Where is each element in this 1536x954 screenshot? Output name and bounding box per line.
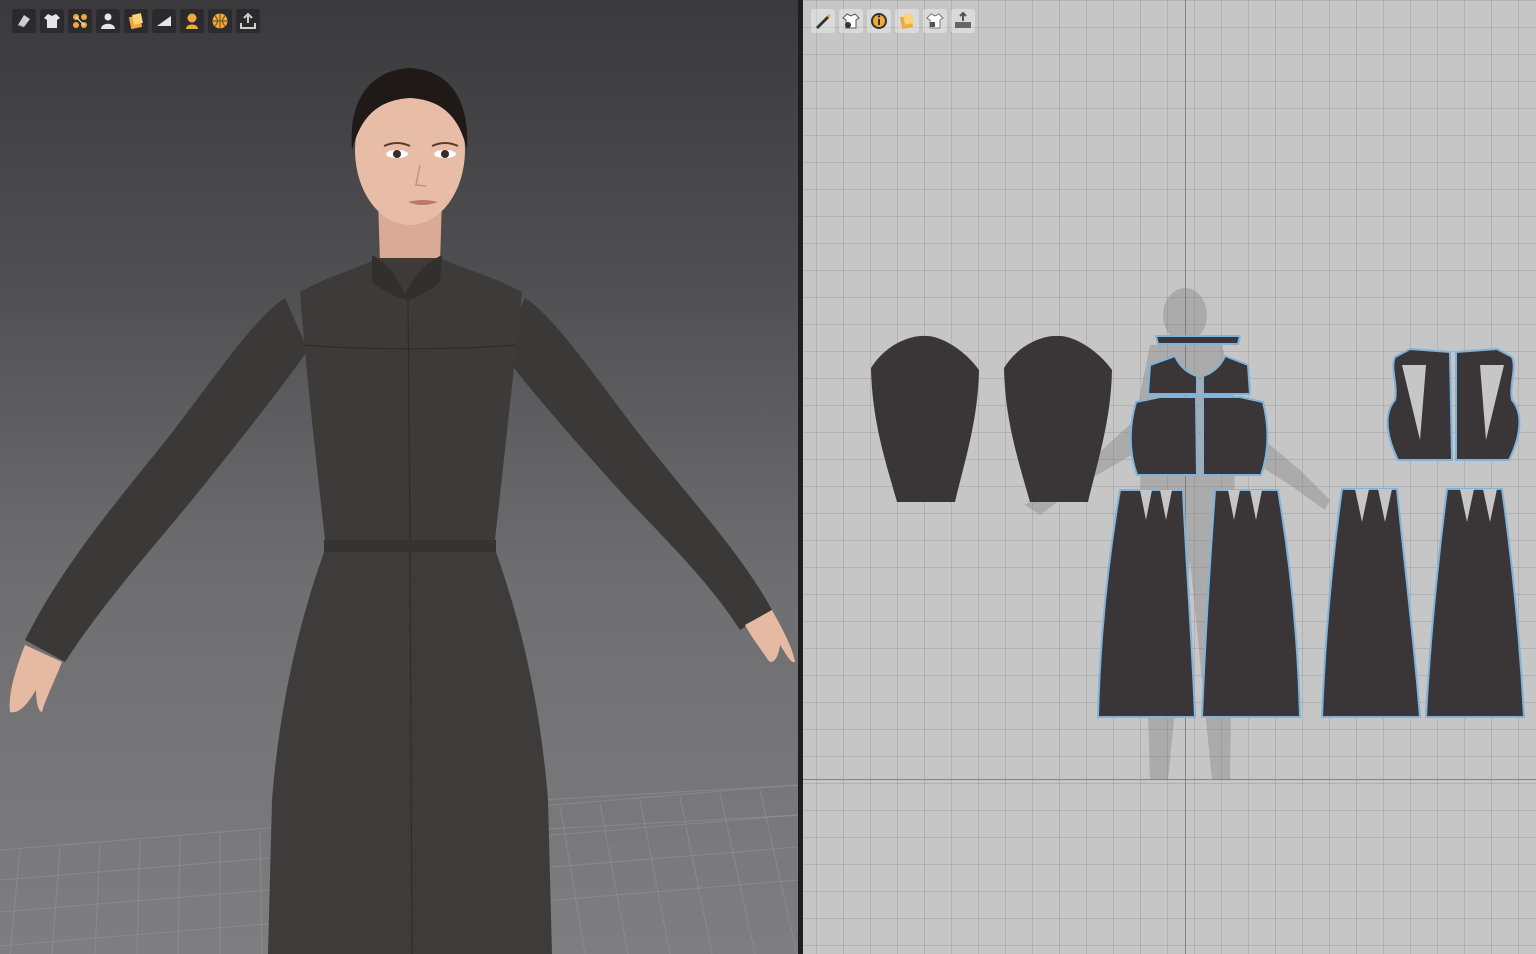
pattern-piece-front-bodice-left	[1129, 396, 1198, 476]
export-icon[interactable]	[236, 9, 260, 33]
waistband	[324, 540, 496, 552]
pattern-piece-icon[interactable]	[124, 9, 148, 33]
pattern-pieces-seamed[interactable]	[1097, 335, 1525, 718]
avatar-head	[351, 68, 468, 225]
avatar-figure[interactable]	[9, 68, 795, 954]
ruler-export-icon[interactable]	[951, 9, 975, 33]
show-garment-icon[interactable]	[839, 9, 863, 33]
3d-toolbar	[12, 9, 260, 33]
pattern-piece-collar	[1155, 335, 1241, 345]
pattern-piece-back-skirt-right	[1425, 488, 1525, 718]
2d-toolbar	[811, 9, 975, 33]
pattern-piece-sleeve-right[interactable]	[1004, 335, 1112, 502]
sewing-points-icon[interactable]	[68, 9, 92, 33]
avatar-icon[interactable]	[96, 9, 120, 33]
right-sleeve	[500, 298, 772, 630]
pattern-piece-front-skirt-left	[1097, 489, 1196, 718]
pattern-piece-icon-2d[interactable]	[895, 9, 919, 33]
garment-lock-icon[interactable]	[923, 9, 947, 33]
left-sleeve	[25, 298, 308, 662]
pattern-piece-front-skirt-right	[1201, 489, 1301, 718]
3d-viewport[interactable]	[0, 0, 798, 954]
pattern-piece-sleeve-left[interactable]	[871, 335, 979, 502]
fabric-icon[interactable]	[12, 9, 36, 33]
pattern-piece-front-bodice-right	[1202, 396, 1269, 476]
plane-icon[interactable]	[152, 9, 176, 33]
2d-pattern-window[interactable]	[803, 0, 1536, 954]
3d-scene[interactable]	[0, 0, 798, 954]
pattern-canvas[interactable]	[803, 0, 1536, 954]
edit-pen-icon[interactable]	[811, 9, 835, 33]
texture-sphere-icon[interactable]	[208, 9, 232, 33]
pattern-piece-back-skirt-left	[1321, 488, 1421, 718]
info-icon[interactable]	[867, 9, 891, 33]
avatar-color-icon[interactable]	[180, 9, 204, 33]
bodice	[300, 258, 522, 540]
garment-icon[interactable]	[40, 9, 64, 33]
